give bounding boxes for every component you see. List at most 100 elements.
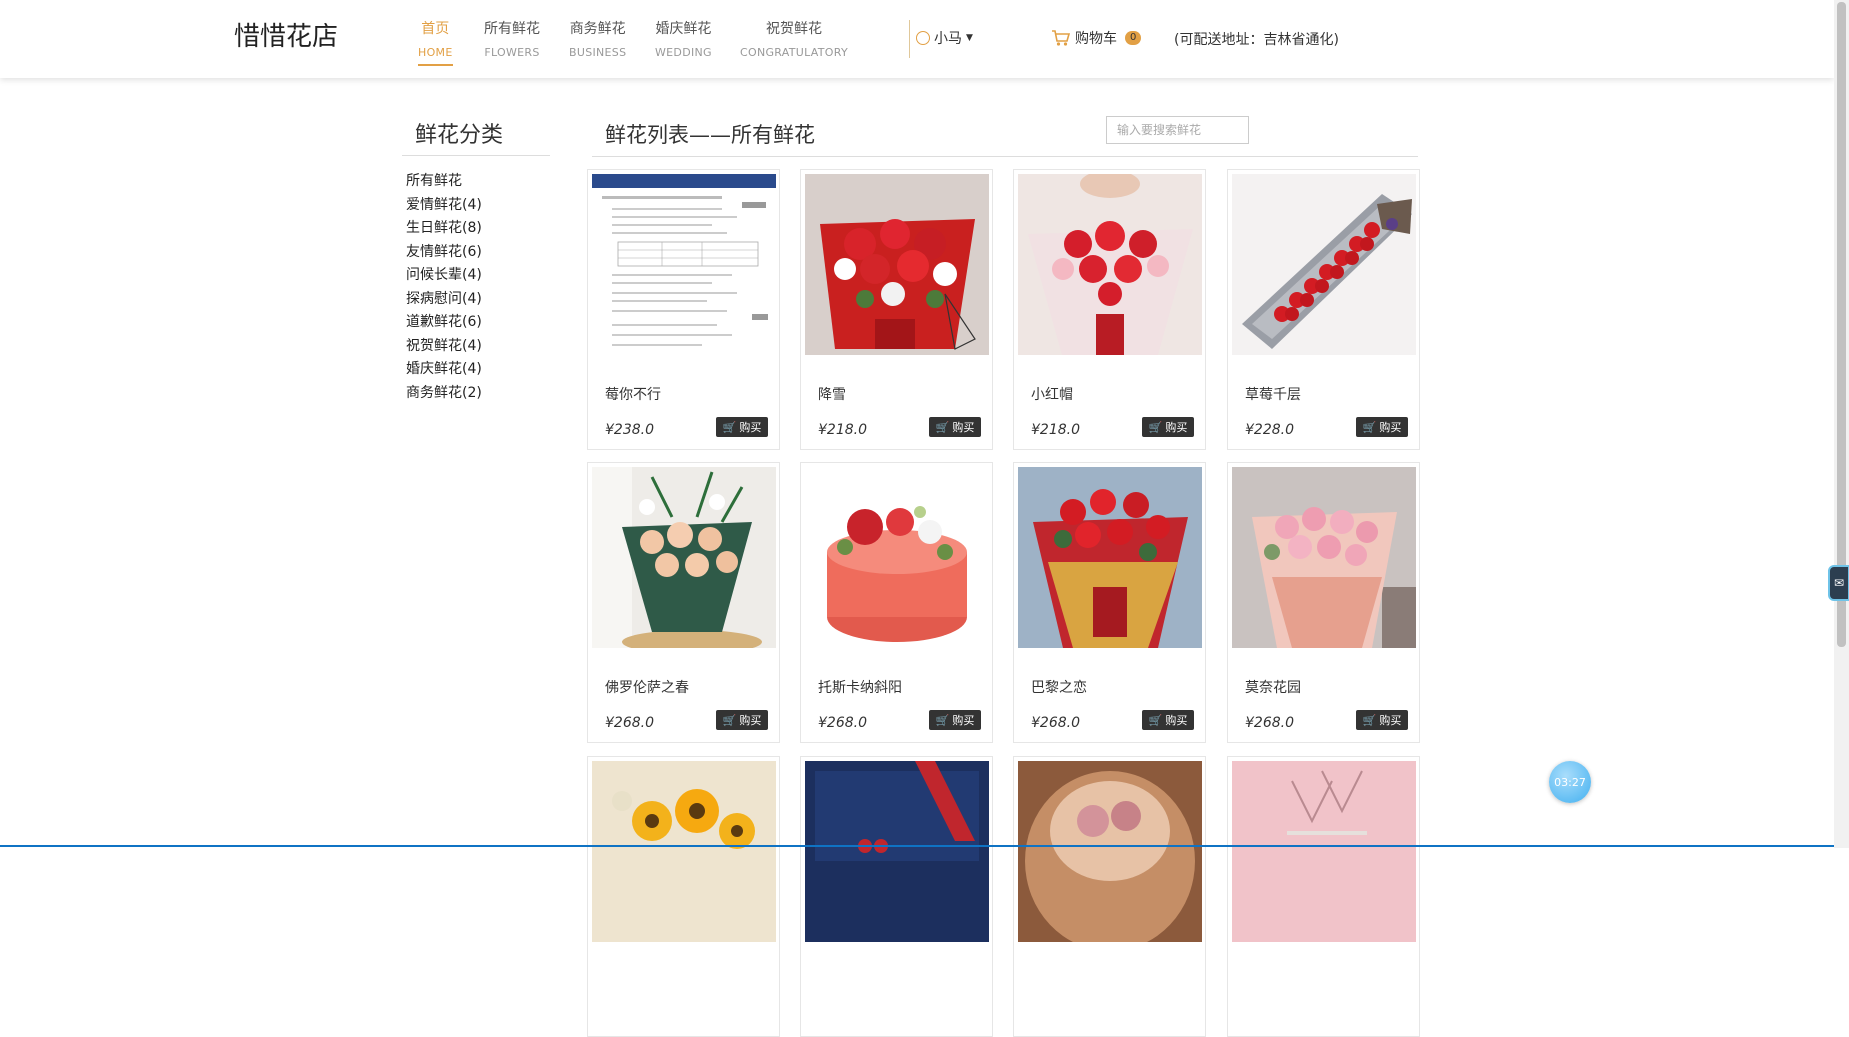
product-name[interactable]: 草莓千层 [1245, 384, 1301, 404]
buy-button[interactable]: 🛒 购买 [1142, 710, 1194, 730]
product-list-divider [592, 156, 1418, 157]
product-card[interactable]: 托斯卡纳斜阳 ¥268.0 🛒 购买 [800, 462, 993, 743]
nav-home-sublabel: HOME [418, 46, 453, 59]
category-title: 鲜花分类 [415, 123, 504, 148]
product-image[interactable] [1232, 467, 1416, 648]
side-float-button[interactable]: ✉ [1828, 565, 1849, 601]
cart-icon: 🛒 [935, 713, 950, 727]
nav-home[interactable]: 首页 HOME [418, 18, 453, 66]
category-item[interactable]: 爱情鲜花(4) [406, 195, 482, 219]
cart-icon: 🛒 [1148, 420, 1163, 434]
buy-label: 购买 [739, 714, 762, 727]
product-card[interactable]: 草莓千层 ¥228.0 🛒 购买 [1227, 169, 1420, 450]
nav-wedding-label: 婚庆鲜花 [655, 21, 712, 37]
cart-count-badge: 0 [1125, 31, 1142, 45]
product-name[interactable]: 降雪 [818, 384, 846, 404]
product-card[interactable]: 巴黎之恋 ¥268.0 🛒 购买 [1013, 462, 1206, 743]
nav-flowers-label: 所有鲜花 [484, 21, 540, 37]
product-price: ¥218.0 [1031, 422, 1080, 438]
cart-link[interactable]: 购物车 0 [1051, 28, 1142, 48]
buy-button[interactable]: 🛒 购买 [929, 710, 981, 730]
nav-congratulatory-label: 祝贺鲜花 [766, 21, 823, 37]
product-name[interactable]: 托斯卡纳斜阳 [818, 677, 902, 697]
product-price: ¥228.0 [1245, 422, 1294, 438]
buy-button[interactable]: 🛒 购买 [1356, 710, 1408, 730]
category-item[interactable]: 问候长辈(4) [406, 265, 482, 289]
user-menu[interactable]: 小马 ▼ [916, 28, 973, 48]
product-card[interactable]: 莓你不行 ¥238.0 🛒 购买 [587, 169, 780, 450]
product-image[interactable] [592, 467, 776, 648]
product-price: ¥268.0 [818, 715, 867, 731]
category-item[interactable]: 友情鲜花(6) [406, 242, 482, 266]
buy-button[interactable]: 🛒 购买 [1142, 417, 1194, 437]
buy-label: 购买 [739, 421, 762, 434]
product-card[interactable] [1227, 756, 1420, 1037]
scrollbar-thumb[interactable] [1837, 2, 1846, 647]
product-card[interactable]: 莫奈花园 ¥268.0 🛒 购买 [1227, 462, 1420, 743]
buy-label: 购买 [1165, 714, 1188, 727]
top-header: 惜惜花店 首页 HOME 所有鲜花 FLOWERS 商务鲜花 BUSINESS … [0, 0, 1834, 78]
product-card[interactable] [587, 756, 780, 1037]
nav-business-label: 商务鲜花 [569, 21, 626, 37]
user-icon [916, 31, 930, 45]
nav-business-sublabel: BUSINESS [569, 46, 627, 59]
product-card[interactable]: 佛罗伦萨之春 ¥268.0 🛒 购买 [587, 462, 780, 743]
product-image[interactable] [805, 467, 989, 648]
product-image[interactable] [1018, 761, 1202, 942]
buy-label: 购买 [1379, 421, 1402, 434]
cart-icon [1052, 30, 1071, 46]
product-name[interactable]: 小红帽 [1031, 384, 1073, 404]
product-card[interactable] [800, 756, 993, 1037]
user-name: 小马 [934, 31, 962, 47]
product-name[interactable]: 巴黎之恋 [1031, 677, 1087, 697]
category-item[interactable]: 所有鲜花 [406, 171, 482, 195]
category-item[interactable]: 婚庆鲜花(4) [406, 359, 482, 383]
product-name[interactable]: 莓你不行 [605, 384, 661, 404]
nav-flowers-sublabel: FLOWERS [484, 46, 540, 59]
product-image[interactable] [805, 174, 989, 355]
product-image[interactable] [1018, 174, 1202, 355]
buy-label: 购买 [1165, 421, 1188, 434]
mail-icon: ✉ [1833, 576, 1845, 590]
buy-label: 购买 [952, 421, 975, 434]
buy-button[interactable]: 🛒 购买 [716, 710, 768, 730]
category-item[interactable]: 生日鲜花(8) [406, 218, 482, 242]
product-price: ¥268.0 [1031, 715, 1080, 731]
category-item[interactable]: 道歉鲜花(6) [406, 312, 482, 336]
buy-label: 购买 [1379, 714, 1402, 727]
nav-business[interactable]: 商务鲜花 BUSINESS [569, 18, 626, 59]
timer-widget[interactable]: 03:27 [1549, 761, 1591, 803]
nav-wedding[interactable]: 婚庆鲜花 WEDDING [655, 18, 712, 59]
product-list-title: 鲜花列表——所有鲜花 [605, 123, 815, 147]
product-card[interactable] [1013, 756, 1206, 1037]
product-image[interactable] [805, 761, 989, 942]
buy-button[interactable]: 🛒 购买 [716, 417, 768, 437]
product-price: ¥268.0 [605, 715, 654, 731]
category-item[interactable]: 商务鲜花(2) [406, 383, 482, 407]
page-scrollbar[interactable] [1834, 0, 1849, 848]
nav-active-underline [418, 64, 453, 66]
product-name[interactable]: 莫奈花园 [1245, 677, 1301, 697]
nav-congratulatory[interactable]: 祝贺鲜花 CONGRATULATORY [740, 18, 848, 59]
product-card[interactable]: 降雪 ¥218.0 🛒 购买 [800, 169, 993, 450]
search-input[interactable] [1106, 116, 1249, 144]
product-image[interactable] [592, 174, 776, 355]
category-divider [402, 155, 550, 156]
nav-divider [909, 20, 910, 58]
category-item[interactable]: 探病慰问(4) [406, 289, 482, 313]
buy-button[interactable]: 🛒 购买 [929, 417, 981, 437]
category-item[interactable]: 祝贺鲜花(4) [406, 336, 482, 360]
cart-icon: 🛒 [1362, 420, 1377, 434]
product-image[interactable] [1018, 467, 1202, 648]
product-image[interactable] [1232, 761, 1416, 942]
nav-congratulatory-sublabel: CONGRATULATORY [740, 46, 849, 59]
product-image[interactable] [592, 761, 776, 942]
product-price: ¥268.0 [1245, 715, 1294, 731]
buy-button[interactable]: 🛒 购买 [1356, 417, 1408, 437]
product-image[interactable] [1232, 174, 1416, 355]
nav-flowers[interactable]: 所有鲜花 FLOWERS [484, 18, 540, 59]
product-name[interactable]: 佛罗伦萨之春 [605, 677, 689, 697]
product-card[interactable]: 小红帽 ¥218.0 🛒 购买 [1013, 169, 1206, 450]
cart-icon: 🛒 [722, 713, 737, 727]
site-logo[interactable]: 惜惜花店 [234, 16, 338, 53]
